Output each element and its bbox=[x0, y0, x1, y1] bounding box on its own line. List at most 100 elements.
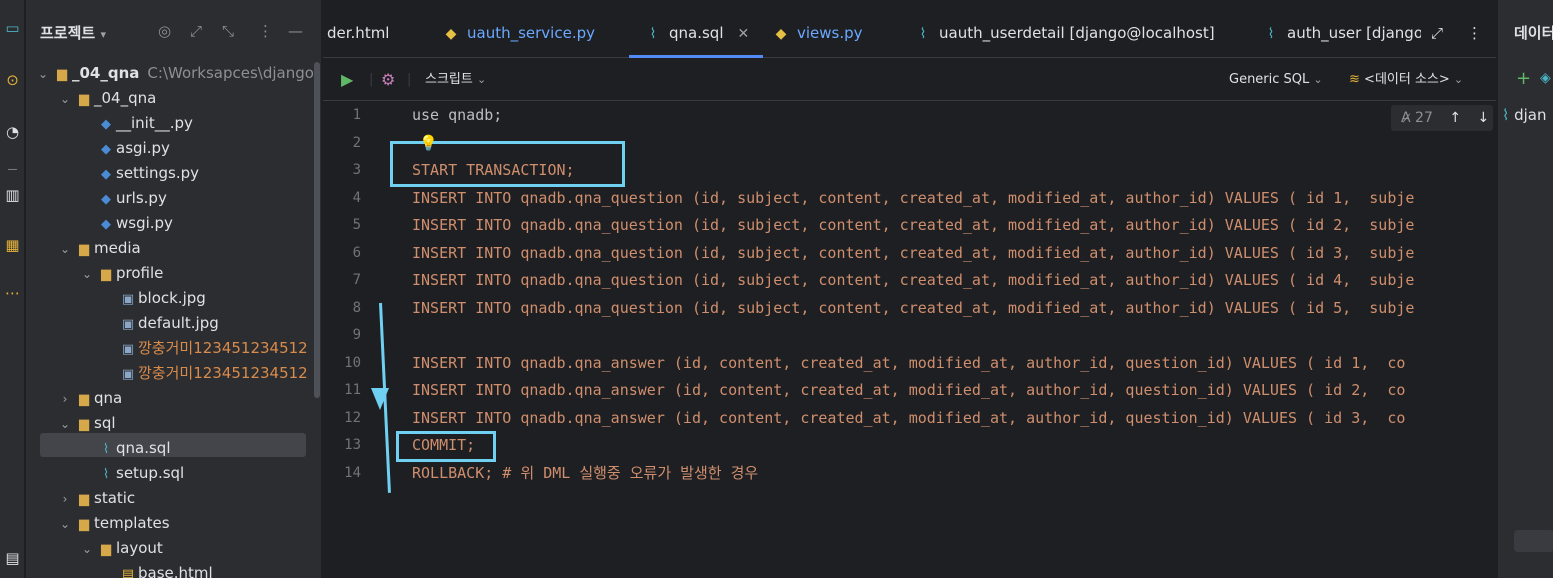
tree-item[interactable]: ⌄ ▆ profile bbox=[78, 261, 163, 285]
tree-item[interactable]: ◆ urls.py bbox=[78, 186, 167, 210]
code-line[interactable]: INSERT INTO qnadb.qna_answer (id, conten… bbox=[412, 405, 1405, 433]
close-icon[interactable]: ✕ bbox=[738, 26, 750, 42]
tree-item-label: qna.sql bbox=[116, 439, 171, 457]
tab-uauth-service[interactable]: ◆ uauth_service.py bbox=[441, 0, 595, 58]
annotation-arrow-head bbox=[371, 388, 389, 410]
tab-uauth-userdetail[interactable]: ⌇ uauth_userdetail [django@localhost] bbox=[913, 0, 1215, 58]
hide-icon[interactable]: — bbox=[288, 22, 303, 40]
collapse-all-icon[interactable]: ⤡ bbox=[222, 22, 234, 40]
tree-item[interactable]: ◆ wsgi.py bbox=[78, 211, 173, 235]
tab-auth-user[interactable]: ⌇ auth_user [django bbox=[1261, 0, 1421, 58]
tree-item[interactable]: › ▆ qna bbox=[56, 386, 123, 411]
tree-item[interactable]: ▣ block.jpg bbox=[100, 286, 206, 310]
tree-item-label: media bbox=[94, 239, 141, 257]
chevron-down-icon[interactable]: ▾ bbox=[100, 28, 106, 41]
tree-item[interactable]: ⌄ ▆ _04_qna bbox=[56, 86, 156, 110]
tree-item[interactable]: ⌄ ▆ layout bbox=[78, 536, 163, 560]
database-tool-icon[interactable]: ▤ bbox=[0, 548, 25, 568]
datasource-item[interactable]: ⌇ djan bbox=[1502, 106, 1547, 124]
tree-item[interactable]: ◆ settings.py bbox=[78, 161, 199, 185]
maximize-icon[interactable]: ⤢ bbox=[1431, 0, 1443, 58]
tree-item[interactable]: ▤ base.html bbox=[100, 561, 213, 578]
line-number: 6 bbox=[352, 244, 361, 261]
datasource-dropdown[interactable]: ≋ <데이터 소스> ⌄ bbox=[1349, 59, 1463, 101]
tree-item[interactable]: ⌄ ▆ sql bbox=[56, 411, 116, 435]
lightbulb-icon[interactable]: 💡 bbox=[419, 134, 438, 152]
image-file-icon: ▣ bbox=[121, 292, 135, 307]
tree-item[interactable]: ⌇ qna.sql bbox=[78, 436, 171, 460]
project-panel-title[interactable]: 프로젝트 ▾ bbox=[40, 22, 106, 43]
chevron-down-icon[interactable]: ⌄ bbox=[56, 237, 74, 261]
tree-item[interactable]: ▣ default.jpg bbox=[100, 311, 219, 335]
tab-options-icon[interactable]: ⋮ bbox=[1467, 0, 1482, 58]
run-icon[interactable]: ▶ bbox=[341, 59, 353, 101]
folder-icon: ▆ bbox=[79, 417, 89, 432]
tree-item-label: templates bbox=[94, 514, 170, 532]
chevron-down-icon[interactable]: ⌄ bbox=[56, 87, 74, 111]
tree-item[interactable]: › ▆ static bbox=[56, 486, 136, 511]
folder-icon: ▆ bbox=[101, 542, 111, 557]
project-scrollbar[interactable] bbox=[314, 62, 320, 398]
more-icon[interactable]: ⋯ bbox=[0, 283, 25, 303]
code-line[interactable]: INSERT INTO qnadb.qna_question (id, subj… bbox=[412, 240, 1414, 268]
toolbar-divider: | bbox=[407, 72, 412, 87]
tree-item[interactable]: ▣ 깡충거미123451234512 bbox=[100, 361, 308, 385]
bookmarks-icon[interactable]: ▦ bbox=[0, 235, 25, 255]
chevron-right-icon[interactable]: › bbox=[56, 387, 74, 411]
code-line[interactable]: use qnadb; bbox=[412, 102, 502, 130]
datasource-icon[interactable]: ◈ bbox=[1540, 70, 1551, 86]
chevron-down-icon[interactable]: ⌄ bbox=[56, 412, 74, 436]
tree-item[interactable]: ⌄ ▆ media bbox=[56, 236, 141, 260]
line-number: 10 bbox=[344, 354, 361, 371]
python-file-icon: ◆ bbox=[445, 26, 457, 42]
panel-scroll-thumb[interactable] bbox=[1514, 530, 1553, 552]
code-line[interactable]: ROLLBACK; # 위 DML 실행중 오류가 발생한 경우 bbox=[412, 460, 758, 488]
line-number: 9 bbox=[352, 327, 361, 343]
tab-views[interactable]: ◆ views.py bbox=[771, 0, 863, 58]
tab-qna-sql[interactable]: ⌇ qna.sql ✕ bbox=[629, 0, 764, 58]
expand-all-icon[interactable]: ⤢ bbox=[190, 22, 202, 40]
line-number: 8 bbox=[352, 299, 361, 316]
target-icon[interactable]: ◎ bbox=[158, 22, 171, 40]
code-line[interactable]: INSERT INTO qnadb.qna_question (id, subj… bbox=[412, 185, 1414, 213]
tree-item-label: _04_qna bbox=[94, 89, 157, 107]
editor-toolbar: ▶ | ⚙ | 스크립트 ⌄ Generic SQL ⌄ ≋ <데이터 소스> … bbox=[323, 59, 1496, 101]
table-icon: ⌇ bbox=[919, 26, 927, 42]
tree-item-label: qna bbox=[94, 389, 123, 407]
dialect-dropdown[interactable]: Generic SQL ⌄ bbox=[1229, 59, 1323, 101]
structure-icon[interactable]: ▥ bbox=[0, 185, 25, 205]
tree-item-label: default.jpg bbox=[138, 314, 219, 332]
database-icon: ⌇ bbox=[1502, 106, 1510, 124]
code-line[interactable]: INSERT INTO qnadb.qna_answer (id, conten… bbox=[412, 377, 1405, 405]
tree-item-label: block.jpg bbox=[138, 289, 206, 307]
script-dropdown[interactable]: 스크립트 ⌄ bbox=[425, 59, 486, 101]
line-number: 14 bbox=[344, 464, 361, 481]
tree-item[interactable]: ▣ 깡충거미123451234512 bbox=[100, 336, 308, 360]
chevron-down-icon: ⌄ bbox=[1313, 73, 1323, 86]
editor-area: der.html ◆ uauth_service.py ⌇ qna.sql ✕ ◆ vi… bbox=[323, 0, 1496, 578]
tree-item[interactable]: ◆ __init__.py bbox=[78, 111, 193, 135]
code-line[interactable]: INSERT INTO qnadb.qna_question (id, subj… bbox=[412, 267, 1414, 295]
folder-icon: ▆ bbox=[79, 92, 89, 107]
project-icon[interactable]: ▭ bbox=[0, 18, 25, 38]
chevron-down-icon[interactable]: ⌄ bbox=[56, 512, 74, 536]
chevron-down-icon[interactable]: ⌄ bbox=[34, 62, 52, 86]
divider: — bbox=[7, 164, 18, 175]
tree-item[interactable]: ◆ asgi.py bbox=[78, 136, 170, 160]
tree-item[interactable]: ⌄ ▆ _04_qna C:\Worksapces\django bbox=[34, 61, 314, 85]
chevron-down-icon[interactable]: ⌄ bbox=[78, 262, 96, 286]
project-title-label[interactable]: 프로젝트 bbox=[40, 24, 95, 42]
chevron-right-icon[interactable]: › bbox=[56, 487, 74, 511]
options-icon[interactable]: ⋮ bbox=[258, 22, 273, 40]
code-line[interactable]: INSERT INTO qnadb.qna_answer (id, conten… bbox=[412, 350, 1405, 378]
code-line[interactable]: INSERT INTO qnadb.qna_question (id, subj… bbox=[412, 295, 1414, 323]
settings-gear-icon[interactable]: ⚙ bbox=[381, 59, 395, 101]
tree-item[interactable]: ⌇ setup.sql bbox=[78, 461, 184, 485]
code-line[interactable]: INSERT INTO qnadb.qna_question (id, subj… bbox=[412, 212, 1414, 240]
vcs-icon[interactable]: ◔ bbox=[0, 122, 25, 142]
add-icon[interactable]: + bbox=[1516, 68, 1531, 89]
commit-icon[interactable]: ⊙ bbox=[0, 70, 25, 90]
tree-item[interactable]: ⌄ ▆ templates bbox=[56, 511, 170, 535]
chevron-down-icon[interactable]: ⌄ bbox=[78, 537, 96, 561]
tab-der-html[interactable]: der.html bbox=[327, 0, 389, 58]
